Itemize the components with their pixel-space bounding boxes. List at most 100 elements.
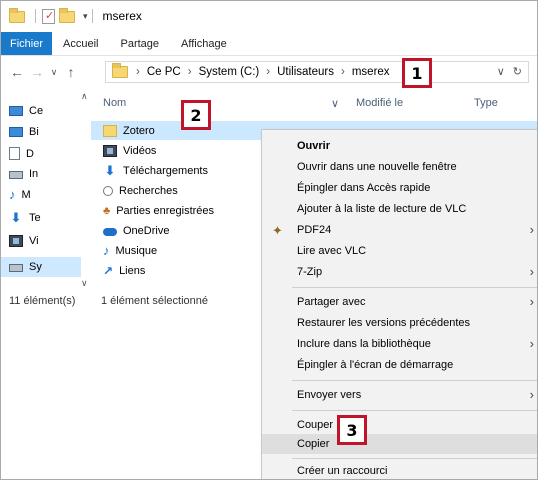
quick-access-dropdown-icon[interactable]: ▾ — [83, 11, 88, 22]
menu-item-couper[interactable]: Couper — [262, 415, 537, 435]
title-bar: ▾ mserex — [1, 1, 537, 31]
file-name: Liens — [119, 264, 146, 277]
new-folder-icon[interactable] — [59, 8, 75, 23]
tab-affichage[interactable]: Affichage — [170, 32, 238, 55]
sidebar-scrollbar[interactable]: ∧ ∨ — [81, 91, 91, 289]
menu-separator — [292, 458, 537, 459]
file-name: Parties enregistrées — [116, 204, 215, 217]
sidebar-item-documents[interactable]: D — [9, 147, 34, 160]
cloud-icon — [103, 227, 117, 236]
sidebar-item-label: Te — [29, 212, 41, 224]
column-header-modified[interactable]: Modifié le — [356, 97, 403, 109]
status-bar: 11 élément(s) 1 élément sélectionné — [1, 292, 261, 310]
menu-item-ajouter-vlc[interactable]: Ajouter à la liste de lecture de VLC — [262, 199, 537, 219]
recent-locations-icon[interactable]: ∨ — [47, 67, 61, 78]
menu-item-label: Couper — [297, 419, 334, 431]
menu-item-partager-avec[interactable]: Partager avec › — [262, 292, 537, 312]
sidebar-item-images[interactable]: In — [9, 168, 38, 180]
breadcrumb-utilisateurs[interactable]: Utilisateurs — [277, 66, 334, 78]
item-count: 11 élément(s) — [9, 295, 76, 307]
file-row-recherches[interactable]: Recherches — [91, 181, 261, 200]
menu-item-label: Épingler à l'écran de démarrage — [297, 359, 454, 371]
menu-item-lire-vlc[interactable]: Lire avec VLC — [262, 241, 537, 261]
document-icon — [9, 147, 20, 160]
chevron-right-icon[interactable]: › — [341, 66, 345, 78]
menu-item-epingler-acces-rapide[interactable]: Épingler dans Accès rapide — [262, 178, 537, 198]
menu-item-ouvrir-nouvelle-fenetre[interactable]: Ouvrir dans une nouvelle fenêtre — [262, 157, 537, 177]
chevron-right-icon: › — [529, 222, 534, 237]
menu-item-creer-raccourci[interactable]: Créer un raccourci — [262, 461, 537, 479]
images-icon — [9, 171, 23, 179]
file-row-parties-enregistrees[interactable]: ♣ Parties enregistrées — [91, 201, 261, 220]
chevron-right-icon[interactable]: › — [266, 66, 270, 78]
chevron-down-icon[interactable]: ∨ — [497, 65, 505, 78]
callout-1: 1 — [402, 58, 432, 88]
menu-item-inclure-bibliotheque[interactable]: Inclure dans la bibliothèque › — [262, 334, 537, 354]
file-name: Vidéos — [123, 144, 157, 157]
menu-item-ouvrir[interactable]: Ouvrir — [262, 136, 537, 156]
sidebar-item-videos[interactable]: Vi — [9, 235, 39, 247]
sort-caret-icon: ∨ — [331, 98, 340, 110]
column-header-type[interactable]: Type — [474, 97, 498, 109]
breadcrumb-mserex[interactable]: mserex — [352, 66, 390, 78]
chevron-right-icon[interactable]: › — [136, 66, 140, 78]
back-arrow-icon[interactable]: ← — [7, 64, 27, 80]
tab-partage[interactable]: Partage — [109, 32, 170, 55]
up-arrow-icon[interactable]: ↑ — [61, 64, 81, 80]
column-headers: ∨ Nom Modifié le Type — [91, 91, 537, 117]
file-name: OneDrive — [123, 224, 170, 237]
menu-item-pdf24[interactable]: ✦ PDF24 › — [262, 220, 537, 240]
properties-icon[interactable] — [42, 8, 55, 24]
menu-item-epingler-demarrage[interactable]: Épingler à l'écran de démarrage — [262, 355, 537, 375]
menu-item-label: Ouvrir dans une nouvelle fenêtre — [297, 161, 457, 173]
forward-arrow-icon[interactable]: → — [27, 64, 47, 80]
file-name: Recherches — [119, 184, 178, 197]
tab-accueil[interactable]: Accueil — [52, 32, 109, 55]
menu-item-envoyer-vers[interactable]: Envoyer vers › — [262, 385, 537, 405]
menu-item-label: PDF24 — [297, 224, 332, 236]
sidebar-item-telechargements[interactable]: ⬇ Te — [9, 212, 41, 224]
drive-icon — [9, 264, 23, 272]
sidebar-item-label: Vi — [29, 235, 39, 247]
link-icon: ↗ — [103, 263, 114, 278]
menu-item-label: Ouvrir — [297, 140, 331, 152]
breadcrumb-ce-pc[interactable]: Ce PC — [147, 66, 181, 78]
menu-item-label: Copier — [297, 438, 330, 450]
sidebar-item-system[interactable]: Sy — [1, 257, 81, 277]
sidebar-item-bureau[interactable]: Bi — [9, 126, 39, 138]
menu-item-label: Lire avec VLC — [297, 245, 367, 257]
chevron-right-icon: › — [529, 294, 534, 309]
folder-icon — [103, 124, 117, 137]
folder-icon — [112, 63, 128, 78]
scroll-down-icon[interactable]: ∨ — [81, 278, 88, 289]
film-icon — [9, 235, 23, 247]
menu-item-label: Partager avec — [297, 296, 366, 308]
file-row-musique[interactable]: ♪ Musique — [91, 241, 261, 260]
pdf24-icon: ✦ — [272, 223, 283, 238]
music-icon: ♪ — [103, 242, 110, 258]
chevron-right-icon[interactable]: › — [188, 66, 192, 78]
tab-fichier[interactable]: Fichier — [1, 32, 53, 55]
file-row-telechargements[interactable]: ⬇ Téléchargements — [91, 161, 261, 180]
explorer-window: ▾ mserex Fichier Accueil Partage Afficha… — [0, 0, 538, 480]
navigation-bar: ← → ∨ ↑ › Ce PC › System (C:) › Utilisat… — [1, 56, 537, 88]
file-name: Zotero — [123, 124, 155, 137]
refresh-icon[interactable]: ↻ — [513, 65, 522, 78]
file-row-onedrive[interactable]: OneDrive — [91, 221, 261, 240]
file-row-liens[interactable]: ↗ Liens — [91, 261, 261, 280]
navigation-pane: Ce Bi D In ♪ M ⬇ Te Vi Sy — [1, 91, 91, 291]
sidebar-item-musique[interactable]: ♪ M — [9, 189, 31, 201]
menu-item-copier[interactable]: Copier — [262, 434, 537, 454]
file-row-videos[interactable]: Vidéos — [91, 141, 261, 160]
computer-icon — [9, 106, 23, 116]
menu-item-label: 7-Zip — [297, 266, 323, 278]
scroll-up-icon[interactable]: ∧ — [81, 91, 88, 102]
chevron-right-icon: › — [529, 336, 534, 351]
file-name: Musique — [115, 244, 158, 257]
address-bar[interactable]: › Ce PC › System (C:) › Utilisateurs › m… — [105, 61, 529, 83]
sidebar-item-ce-pc[interactable]: Ce — [9, 105, 43, 117]
menu-item-restaurer-versions[interactable]: Restaurer les versions précédentes — [262, 313, 537, 333]
breadcrumb-system[interactable]: System (C:) — [199, 66, 260, 78]
menu-item-7zip[interactable]: 7-Zip › — [262, 262, 537, 282]
column-header-name[interactable]: Nom — [103, 97, 126, 109]
